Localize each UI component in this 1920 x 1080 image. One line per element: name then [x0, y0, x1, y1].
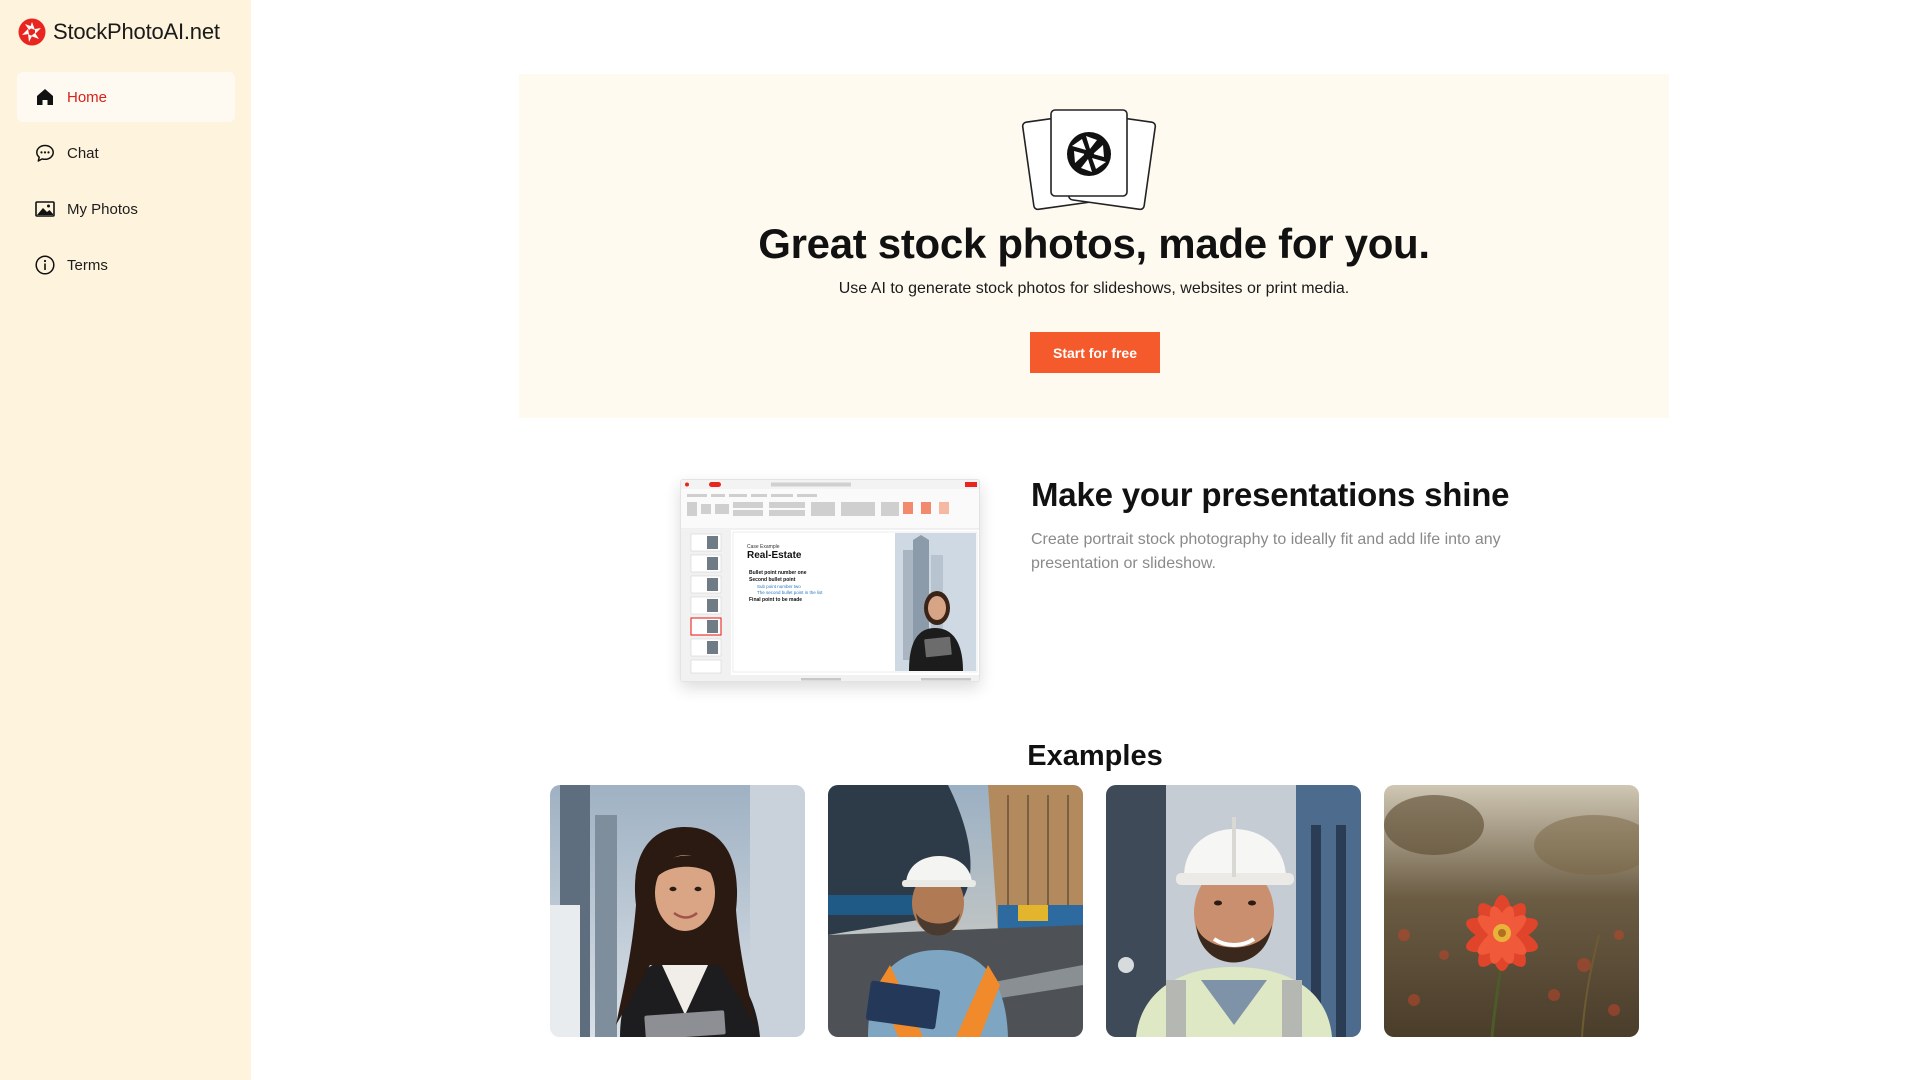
slide-bullet: The second bullet point in the list — [757, 590, 823, 595]
hero-section: Great stock photos, made for you. Use AI… — [519, 74, 1669, 418]
sidebar-item-terms[interactable]: Terms — [17, 240, 235, 290]
sidebar-item-label: My Photos — [67, 200, 138, 218]
example-photo-red-flower[interactable] — [1384, 785, 1639, 1037]
sidebar-item-home[interactable]: Home — [17, 72, 235, 122]
example-photo-construction-worker[interactable] — [828, 785, 1083, 1037]
feature-title: Make your presentations shine — [1031, 476, 1510, 513]
chat-bubble-icon — [36, 144, 54, 162]
slide-bullet: Final point to be made — [749, 597, 802, 603]
info-icon — [35, 255, 55, 275]
example-photo-businesswoman[interactable] — [550, 785, 805, 1037]
examples-title: Examples — [1027, 740, 1163, 772]
start-for-free-button[interactable]: Start for free — [1030, 332, 1160, 373]
brand[interactable]: StockPhotoAI.net — [18, 18, 220, 46]
home-icon — [37, 89, 53, 105]
hero-title: Great stock photos, made for you. — [758, 220, 1430, 267]
stacked-photos-icon — [1021, 109, 1157, 211]
hero-subtitle: Use AI to generate stock photos for slid… — [838, 280, 1350, 297]
sidebar-item-my-photos[interactable]: My Photos — [17, 184, 235, 234]
slide-title: Real-Estate — [747, 550, 802, 561]
sidebar-item-label: Home — [67, 88, 108, 106]
presentation-mockup: Case Example Real-Estate Bullet point nu… — [681, 480, 979, 681]
examples-gallery — [550, 785, 1640, 1037]
sidebar-item-label: Chat — [67, 144, 99, 162]
sidebar-item-chat[interactable]: Chat — [17, 128, 235, 178]
slide-bullet: Sub point number two — [757, 584, 801, 589]
slide-bullet: Bullet point number one — [749, 570, 807, 576]
example-photo-engineer[interactable] — [1106, 785, 1361, 1037]
slide-photo — [895, 533, 976, 671]
feature-description: Create portrait stock photography to ide… — [1031, 531, 1501, 572]
brand-name: StockPhotoAI.net — [53, 19, 220, 44]
image-icon — [35, 201, 55, 217]
sidebar-item-label: Terms — [67, 256, 108, 274]
sidebar: StockPhotoAI.net Home Chat My Photos Ter… — [0, 0, 251, 1080]
sidebar-nav: Home Chat My Photos Terms — [17, 72, 235, 296]
slide-bullet: Second bullet point — [749, 577, 796, 583]
presentation-screenshot: Case Example Real-Estate Bullet point nu… — [680, 479, 980, 682]
aperture-logo-icon — [18, 18, 46, 46]
